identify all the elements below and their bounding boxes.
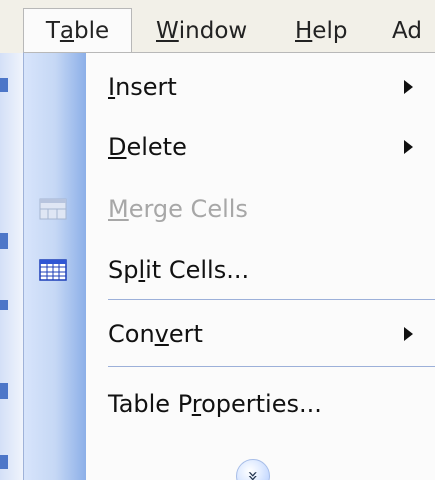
- menu-help[interactable]: Help: [295, 8, 347, 53]
- expand-menu-button[interactable]: »: [236, 459, 270, 480]
- left-mark-4: [0, 383, 8, 399]
- menu-item-delete-label: Delete: [108, 133, 187, 161]
- menu-separator-2: [108, 366, 435, 367]
- menu-help-mnemonic: H: [295, 17, 313, 44]
- table-dropdown-menu: Insert Delete Merge Cells Split Cells...: [23, 52, 435, 480]
- menu-window-suffix: indow: [178, 17, 248, 44]
- menu-item-convert-mnemonic: v: [154, 320, 169, 348]
- chevron-right-icon: [404, 80, 413, 94]
- menu-window-mnemonic: W: [156, 17, 179, 44]
- menu-item-merge-cells: Merge Cells: [24, 179, 435, 239]
- menu-item-merge-cells-suffix: erge Cells: [128, 195, 248, 223]
- menu-item-convert[interactable]: Convert: [24, 304, 435, 364]
- menu-item-split-cells-suffix: it Cells...: [145, 256, 250, 284]
- menu-item-split-cells-prefix: Sp: [108, 256, 139, 284]
- menu-item-split-cells-label: Split Cells...: [108, 256, 249, 284]
- menu-item-table-properties-label: Table Properties...: [108, 390, 322, 418]
- menu-item-merge-cells-label: Merge Cells: [108, 195, 248, 223]
- menu-item-table-properties[interactable]: Table Properties...: [24, 374, 435, 434]
- menu-item-table-properties-mnemonic: r: [191, 390, 202, 418]
- split-cells-icon: [39, 259, 67, 281]
- menu-separator-1: [108, 299, 435, 300]
- menubar: Ta ble Window Help Ad: [0, 0, 435, 54]
- menubar-fragment: [0, 0, 23, 6]
- menu-item-convert-prefix: Con: [108, 320, 155, 348]
- chevron-right-icon: [404, 140, 413, 154]
- left-mark-3: [0, 300, 8, 310]
- menu-window[interactable]: Window: [156, 8, 247, 53]
- merge-cells-icon: [39, 198, 67, 220]
- menu-item-delete[interactable]: Delete: [24, 117, 435, 177]
- menu-table-mnemonic: a: [59, 18, 75, 44]
- menu-item-delete-suffix: elete: [126, 133, 187, 161]
- app-left-strip: [0, 53, 23, 480]
- menu-add-partial[interactable]: Ad: [392, 8, 422, 53]
- menu-item-convert-suffix: ert: [168, 320, 203, 348]
- menu-item-convert-label: Convert: [108, 320, 203, 348]
- menu-help-suffix: elp: [312, 17, 348, 44]
- menu-table-suffix: ble: [74, 18, 110, 44]
- left-mark-2: [0, 233, 8, 249]
- menu-item-table-properties-prefix: Table P: [108, 390, 192, 418]
- menu-table-prefix: T: [45, 18, 60, 44]
- double-chevron-down-icon: »: [242, 470, 264, 480]
- left-mark-5: [0, 455, 8, 469]
- menu-add-prefix: Ad: [392, 17, 422, 44]
- menu-item-insert-suffix: nsert: [115, 73, 177, 101]
- menu-item-insert-label: Insert: [108, 73, 177, 101]
- menu-item-delete-mnemonic: D: [108, 133, 127, 161]
- chevron-right-icon: [404, 327, 413, 341]
- menu-table[interactable]: Ta ble: [23, 8, 132, 53]
- left-mark-1: [0, 78, 8, 92]
- menu-item-merge-cells-mnemonic: M: [108, 195, 129, 223]
- menu-item-split-cells[interactable]: Split Cells...: [24, 240, 435, 300]
- menu-item-table-properties-suffix: operties...: [201, 390, 322, 418]
- menu-item-insert[interactable]: Insert: [24, 57, 435, 117]
